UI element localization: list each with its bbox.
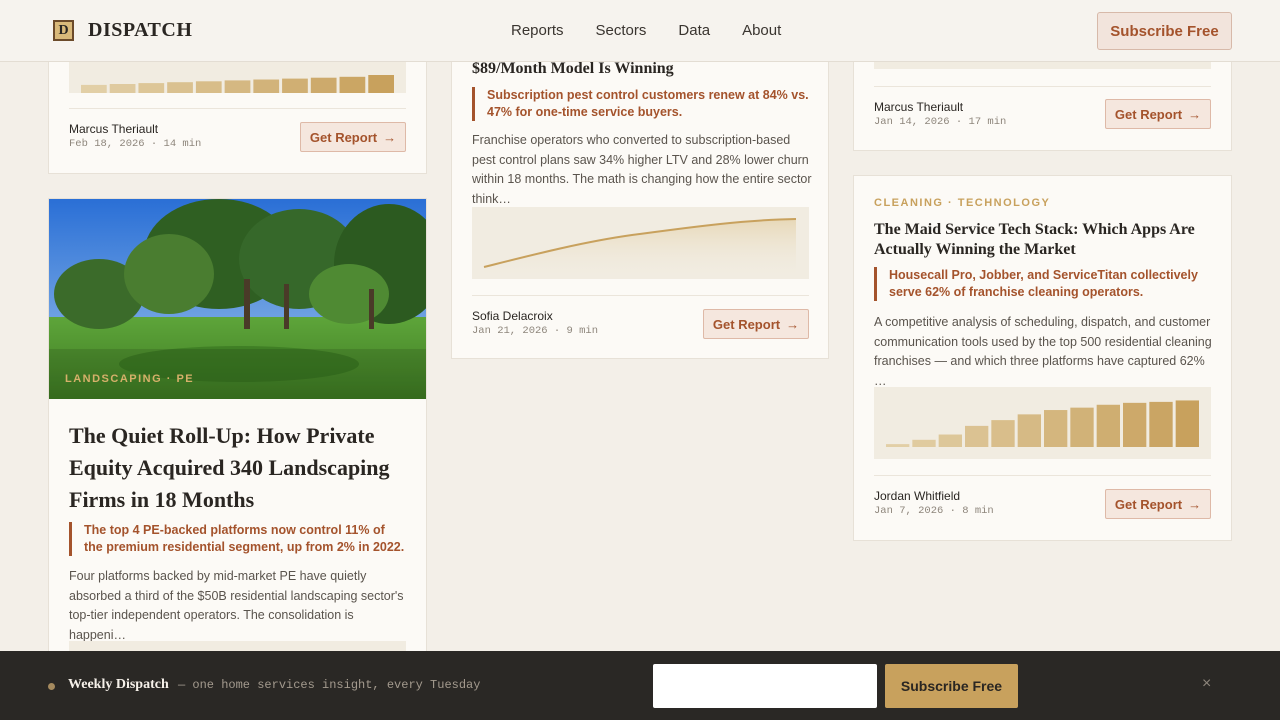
chart-bar xyxy=(339,76,366,93)
article-meta: Feb 18, 2026 · 14 min xyxy=(69,138,202,150)
newsletter-title: Weekly Dispatch xyxy=(68,677,169,692)
article-title[interactable]: The Maid Service Tech Stack: Which Apps … xyxy=(874,220,1214,260)
card-divider xyxy=(874,86,1211,87)
bar-chart xyxy=(886,400,1199,447)
article-pullquote: Subscription pest control customers rene… xyxy=(472,87,809,121)
nav-sectors[interactable]: Sectors xyxy=(596,22,647,39)
chart-bar xyxy=(938,434,962,447)
chart-bar xyxy=(224,80,251,93)
chart-bar xyxy=(310,77,337,93)
chart-bar xyxy=(1123,402,1147,447)
chart-bar xyxy=(253,79,280,93)
chart-bar xyxy=(886,444,910,447)
article-excerpt: A competitive analysis of scheduling, di… xyxy=(874,315,1212,388)
author-name: Marcus Theriault xyxy=(874,100,964,114)
logo-mark-icon: D xyxy=(53,20,74,41)
article-tag: LANDSCAPING · PE xyxy=(65,373,195,385)
get-report-button[interactable]: Get Report → xyxy=(703,309,809,339)
nav-about[interactable]: About xyxy=(742,22,781,39)
logo[interactable]: D DISPATCH xyxy=(53,19,192,42)
chart-bar xyxy=(1044,410,1068,447)
article-title[interactable]: The Quiet Roll-Up: How Private Equity Ac… xyxy=(69,420,414,516)
article-pullquote: The top 4 PE-backed platforms now contro… xyxy=(69,522,406,556)
arrow-right-icon: → xyxy=(1188,106,1202,122)
newsletter-bar: Weekly Dispatch — one home services insi… xyxy=(0,651,1280,720)
top-navigation-bar: D DISPATCH Reports Sectors Data About Su… xyxy=(0,0,1280,62)
line-chart xyxy=(483,218,797,279)
article-meta: Jan 7, 2026 · 8 min xyxy=(874,505,994,517)
chart-bar xyxy=(1096,404,1120,447)
chart-bar xyxy=(1149,401,1173,447)
article-pullquote: Housecall Pro, Jobber, and ServiceTitan … xyxy=(874,267,1211,301)
report-card-landscaping: LANDSCAPING · PE The Quiet Roll-Up: How … xyxy=(48,198,427,668)
author-name: Jordan Whitfield xyxy=(874,489,961,503)
card-divider xyxy=(472,295,809,296)
report-card-pest-control: $89/Month Model Is Winning Subscription … xyxy=(451,40,829,359)
card-divider xyxy=(69,108,406,109)
line-chart-thumbnail xyxy=(472,207,809,279)
main-nav: Reports Sectors Data About xyxy=(511,22,813,39)
card-divider xyxy=(874,475,1211,476)
get-report-button[interactable]: Get Report → xyxy=(1105,99,1211,129)
chart-bar xyxy=(1175,400,1199,447)
nav-reports[interactable]: Reports xyxy=(511,22,564,39)
arrow-right-icon: → xyxy=(1188,496,1202,512)
newsletter-subscribe-button[interactable]: Subscribe Free xyxy=(885,664,1018,708)
get-report-button[interactable]: Get Report → xyxy=(1105,489,1211,519)
get-report-label: Get Report xyxy=(1114,496,1183,512)
bullet-dot-icon xyxy=(48,683,55,690)
chart-bar xyxy=(282,78,308,93)
get-report-button[interactable]: Get Report → xyxy=(300,122,406,152)
chart-bar xyxy=(167,82,193,93)
get-report-label: Get Report xyxy=(712,316,781,332)
chart-bar xyxy=(195,81,222,93)
chart-bar xyxy=(368,75,394,93)
close-icon[interactable]: × xyxy=(1202,675,1211,693)
report-card-cleaning: CLEANING · TECHNOLOGY The Maid Service T… xyxy=(853,175,1232,541)
hero-image: LANDSCAPING · PE xyxy=(49,199,426,399)
chart-bar xyxy=(912,439,936,447)
article-tag: CLEANING · TECHNOLOGY xyxy=(874,197,1051,209)
author-name: Sofia Delacroix xyxy=(472,309,553,323)
article-meta: Jan 14, 2026 · 17 min xyxy=(874,116,1007,128)
article-excerpt: Four platforms backed by mid-market PE h… xyxy=(69,569,404,642)
arrow-right-icon: → xyxy=(786,316,800,332)
chart-bar xyxy=(991,420,1015,447)
chart-bar xyxy=(109,84,136,93)
get-report-label: Get Report xyxy=(309,129,378,145)
chart-bar xyxy=(1070,407,1094,447)
chart-bar xyxy=(965,425,989,447)
arrow-right-icon: → xyxy=(383,129,397,145)
nav-data[interactable]: Data xyxy=(678,22,710,39)
chart-bar xyxy=(1017,414,1041,447)
park-trees-image xyxy=(49,199,426,399)
article-excerpt: Franchise operators who converted to sub… xyxy=(472,133,812,206)
author-name: Marcus Theriault xyxy=(69,122,159,136)
brand-name: DISPATCH xyxy=(88,19,193,41)
subscribe-button[interactable]: Subscribe Free xyxy=(1097,12,1232,50)
email-input[interactable] xyxy=(653,664,877,708)
newsletter-subtitle: — one home services insight, every Tuesd… xyxy=(178,678,481,692)
article-meta: Jan 21, 2026 · 9 min xyxy=(472,325,599,337)
chart-bar xyxy=(81,84,107,93)
get-report-label: Get Report xyxy=(1114,106,1183,122)
chart-bar xyxy=(138,83,165,93)
article-title[interactable]: $89/Month Model Is Winning xyxy=(472,59,812,79)
bar-chart-thumbnail xyxy=(874,387,1211,459)
